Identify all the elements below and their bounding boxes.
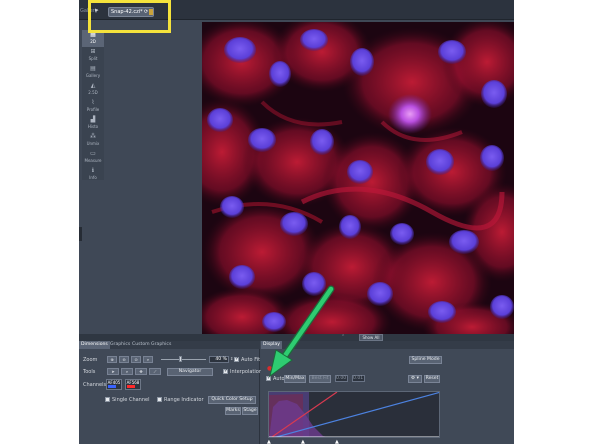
- view-gallery-button[interactable]: ▤ Gallery: [82, 64, 104, 81]
- arrow-pointer-icon: ➤: [111, 369, 115, 374]
- zoom-in-button[interactable]: ⊙: [131, 356, 141, 363]
- display-panel-tabs: Display: [261, 341, 514, 349]
- measure-tool-button[interactable]: ⟋: [149, 368, 161, 375]
- dimensions-panel-tabs: Dimensions Graphics Custom Graphics: [79, 341, 260, 349]
- range-indicator-label: Range Indicator: [164, 397, 204, 403]
- zoom-in-icon: ⊙: [134, 357, 138, 362]
- dimensions-panel: Dimensions Graphics Custom Graphics Zoom…: [79, 341, 262, 444]
- view-split-button[interactable]: ⊞ Split: [82, 47, 104, 64]
- view-type-rail: ▦ 2D ⊞ Split ▤ Gallery ◭ 2.5D ⌇ Profile …: [82, 30, 104, 180]
- stage-button[interactable]: Stage: [242, 407, 258, 415]
- best-fit-button[interactable]: Best Fit: [309, 375, 331, 383]
- tab-dimensions[interactable]: Dimensions: [79, 341, 110, 349]
- black-value-field[interactable]: 0.00: [335, 375, 348, 382]
- display-settings-button[interactable]: ⚙ ▾: [408, 375, 422, 383]
- select-tool-button[interactable]: ➤: [107, 368, 119, 375]
- fluorescence-image: [202, 22, 514, 334]
- histogram-display[interactable]: [268, 391, 440, 438]
- display-panel: Display Spline Mode ● Auto Min/Max Best …: [261, 341, 514, 444]
- channel-af405-toggle[interactable]: AF405: [106, 379, 122, 390]
- view-profile-label: Profile: [86, 107, 100, 112]
- tools-label: Tools: [83, 369, 96, 375]
- auto-checkbox[interactable]: [266, 375, 271, 381]
- measure-icon: ▭: [90, 150, 96, 157]
- reset-button[interactable]: Reset: [424, 375, 440, 383]
- view-measure-label: Measure: [84, 158, 102, 163]
- panel-splitter-handle[interactable]: [79, 227, 82, 241]
- gallery-icon: ▤: [90, 65, 96, 72]
- zoom-value-field[interactable]: 40 %: [209, 356, 229, 363]
- gamma-marker-icon[interactable]: ▲: [301, 439, 305, 444]
- auto-fit-checkbox[interactable]: [234, 356, 239, 362]
- profile-icon: ⌇: [91, 99, 95, 106]
- ruler-icon: ⟋: [153, 369, 157, 374]
- view-unmix-label: Unmix: [86, 141, 100, 146]
- view-histo-label: Histo: [87, 124, 99, 129]
- view-2-5d-label: 2.5D: [88, 90, 98, 95]
- zoom-out-icon: ⌕: [146, 357, 150, 362]
- zoom-spin-icon[interactable]: ⇕: [230, 356, 233, 361]
- split-icon: ⊞: [90, 48, 96, 55]
- collapse-panel-icon[interactable]: ⌃: [341, 334, 345, 341]
- tab-display[interactable]: Display: [261, 341, 282, 349]
- show-all-button[interactable]: Show All: [359, 334, 383, 341]
- zoom-100-icon: ⊖: [122, 357, 126, 362]
- auto-label: Auto: [273, 376, 285, 382]
- yellow-highlight-box: [88, 0, 171, 33]
- histogram-graphic: [269, 392, 439, 437]
- single-channel-checkbox[interactable]: [105, 397, 110, 402]
- single-channel-label: Single Channel: [112, 397, 150, 403]
- channel-af568-color-swatch: [127, 385, 135, 388]
- channel-af568-toggle[interactable]: AF568: [125, 379, 141, 390]
- zoom-slider-track[interactable]: [161, 359, 206, 360]
- tab-custom-graphics[interactable]: Custom Graphics: [130, 341, 173, 349]
- range-indicator-checkbox[interactable]: [157, 397, 162, 402]
- quick-color-setup-button[interactable]: Quick Color Setup: [208, 396, 256, 404]
- view-split-label: Split: [88, 56, 98, 61]
- view-histo-button[interactable]: ▟ Histo: [82, 115, 104, 132]
- view-2-5d-button[interactable]: ◭ 2.5D: [82, 81, 104, 98]
- channel-af405-color-swatch: [108, 385, 116, 388]
- view-unmix-button[interactable]: ⁂ Unmix: [82, 132, 104, 149]
- view-profile-button[interactable]: ⌇ Profile: [82, 98, 104, 115]
- view-info-button[interactable]: ℹ Info: [82, 166, 104, 183]
- spline-mode-button[interactable]: Spline Mode: [409, 356, 442, 364]
- marks-button[interactable]: Marks: [225, 407, 241, 415]
- histogram-icon: ▟: [90, 116, 96, 123]
- navigator-button[interactable]: Navigator: [167, 368, 213, 376]
- zen-application-window: Gallery ▸ Snap-42.czi* ⟳ ▦ 2D ⊞ Split ▤ …: [79, 0, 514, 444]
- zoom-slider-handle[interactable]: [179, 356, 182, 362]
- hand-icon: ✥: [139, 369, 143, 374]
- image-status-bar: ⌃ Show All: [79, 334, 514, 341]
- zoom-fit-button[interactable]: ⊕: [107, 356, 117, 363]
- zoom-tool-button[interactable]: ⌕: [121, 368, 133, 375]
- surface-icon: ◭: [90, 82, 96, 89]
- black-point-marker-icon[interactable]: ▲: [267, 439, 271, 444]
- image-viewer[interactable]: [202, 22, 514, 334]
- view-gallery-label: Gallery: [85, 73, 101, 78]
- auto-fit-label: Auto Fit: [241, 357, 261, 363]
- view-info-label: Info: [89, 175, 97, 180]
- unmix-icon: ⁂: [90, 133, 96, 140]
- channels-label: Channels: [83, 382, 107, 388]
- zoom-fit-icon: ⊕: [110, 357, 114, 362]
- min-max-button[interactable]: Min/Max: [284, 375, 306, 383]
- magnifier-icon: ⌕: [125, 369, 129, 374]
- view-2d-label: 2D: [90, 39, 96, 44]
- zoom-100-button[interactable]: ⊖: [119, 356, 129, 363]
- channel-color-dot-icon: ●: [267, 365, 273, 372]
- info-icon: ℹ: [91, 167, 95, 174]
- tab-graphics[interactable]: Graphics: [108, 341, 132, 349]
- white-value-field[interactable]: 0.01: [352, 375, 365, 382]
- pan-tool-button[interactable]: ✥: [135, 368, 147, 375]
- white-point-marker-icon[interactable]: ▲: [335, 439, 339, 444]
- zoom-label: Zoom: [83, 357, 98, 363]
- zoom-out-button[interactable]: ⌕: [143, 356, 153, 363]
- view-measure-button[interactable]: ▭ Measure: [82, 149, 104, 166]
- interpolation-checkbox[interactable]: [223, 368, 228, 374]
- interpolation-label: Interpolation: [230, 369, 262, 375]
